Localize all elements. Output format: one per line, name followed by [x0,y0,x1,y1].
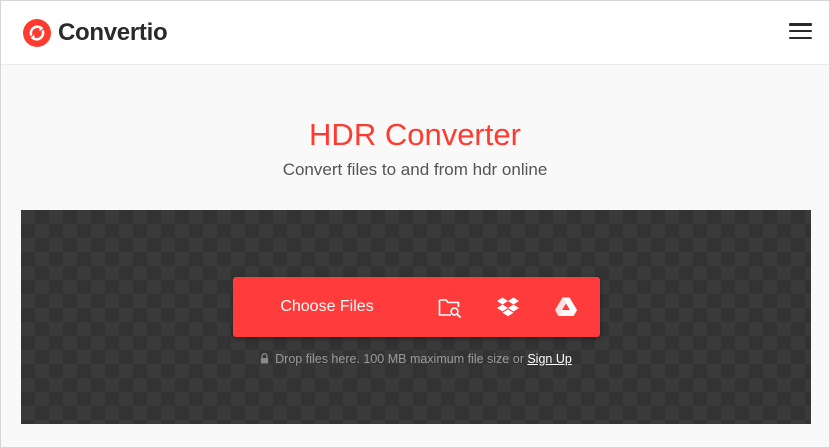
upload-hint-text: Drop files here. 100 MB maximum file siz… [275,352,524,366]
menu-line [789,29,812,33]
brand-logo[interactable]: Convertio [23,18,168,48]
choose-files-bar: Choose Files [233,277,600,337]
page-frame: Convertio HDR Converter Convert files to… [0,0,830,448]
sign-up-link[interactable]: Sign Up [527,352,571,366]
google-drive-icon[interactable] [537,277,595,337]
file-drop-zone[interactable]: Choose Files Drop files here. 100 MB max… [21,210,811,424]
upload-hint: Drop files here. 100 MB maximum file siz… [21,351,811,367]
convertio-logo-icon [23,19,51,47]
folder-search-icon[interactable] [421,277,479,337]
menu-line [789,23,812,26]
page-subtitle: Convert files to and from hdr online [282,160,548,179]
folder-search-glyph [438,299,461,318]
choose-files-button[interactable]: Choose Files [233,277,421,337]
google-drive-glyph [555,297,577,316]
lock-icon [260,353,269,364]
dropbox-glyph [497,297,519,317]
menu-line [789,36,812,39]
top-header: Convertio [1,1,829,65]
hamburger-menu-icon[interactable] [789,21,813,41]
page-title: HDR Converter [309,117,521,152]
brand-name: Convertio [58,19,168,46]
dropbox-icon[interactable] [479,277,537,337]
